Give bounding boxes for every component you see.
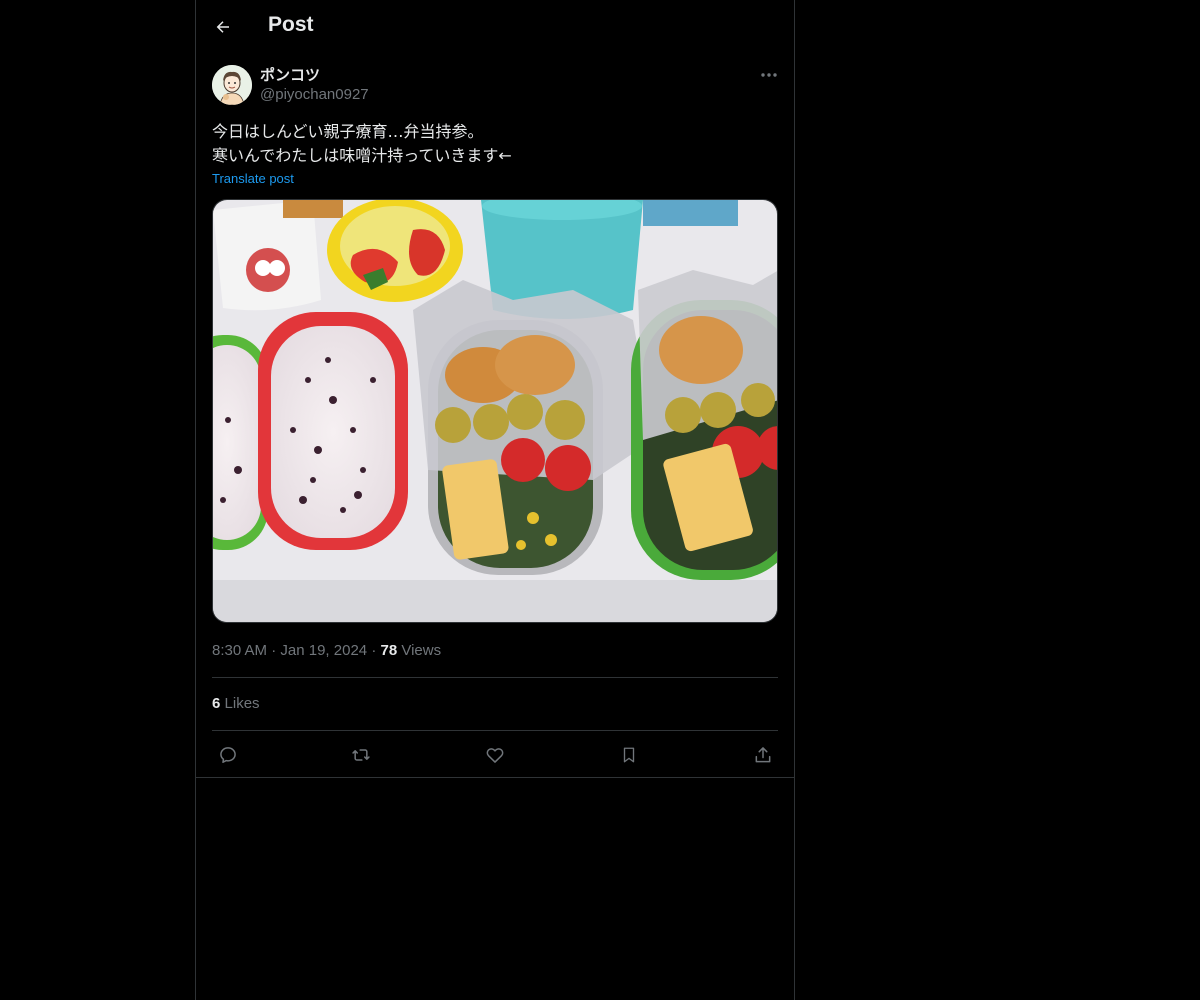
avatar-illustration-icon (212, 65, 252, 105)
bento-lunch-photo-icon (213, 200, 777, 622)
page-title: Post (268, 13, 314, 36)
post-meta: 8:30 AM · Jan 19, 2024 · 78 Views (212, 642, 441, 659)
bookmark-button[interactable] (615, 741, 643, 769)
post-media-image[interactable] (212, 199, 778, 623)
back-button[interactable] (210, 12, 236, 42)
like-button[interactable] (481, 741, 509, 769)
more-horizontal-icon (761, 73, 777, 77)
bookmark-icon (623, 747, 635, 763)
share-button[interactable] (749, 741, 777, 769)
post-text-line: 寒いんでわたしは味噌汁持っていきます← (212, 146, 512, 165)
top-bar: Post (196, 0, 794, 54)
avatar[interactable] (212, 65, 252, 105)
reply-icon (220, 747, 236, 763)
post-text-line: 今日はしんどい親子療育…弁当持参。 (212, 122, 484, 141)
divider (212, 730, 778, 731)
share-icon (755, 747, 771, 763)
repost-icon (352, 749, 370, 761)
post-column: Post ポンコツ @piyochan0927 今日はしんどい親子療育…弁当持参… (195, 0, 795, 1000)
divider (196, 777, 794, 778)
author-handle[interactable]: @piyochan0927 (260, 86, 369, 103)
translate-post-link[interactable]: Translate post (212, 171, 294, 186)
repost-button[interactable] (347, 741, 375, 769)
post-text: 今日はしんどい親子療育…弁当持参。 寒いんでわたしは味噌汁持っていきます← (212, 120, 772, 168)
more-options-button[interactable] (759, 66, 779, 84)
views-count[interactable]: 78 (380, 642, 397, 659)
like-icon (486, 748, 504, 763)
likes-count: 6 (212, 695, 221, 712)
divider (212, 677, 778, 678)
meta-separator: · (271, 642, 277, 659)
likes-summary[interactable]: 6 Likes (212, 695, 260, 712)
meta-separator: · (371, 642, 377, 659)
reply-button[interactable] (214, 741, 242, 769)
likes-label: Likes (224, 695, 260, 712)
post-time[interactable]: 8:30 AM (212, 642, 267, 659)
views-label[interactable]: Views (401, 642, 441, 659)
arrow-left-icon (216, 21, 229, 33)
author-display-name[interactable]: ポンコツ (260, 64, 320, 85)
post-date[interactable]: Jan 19, 2024 (280, 642, 367, 659)
